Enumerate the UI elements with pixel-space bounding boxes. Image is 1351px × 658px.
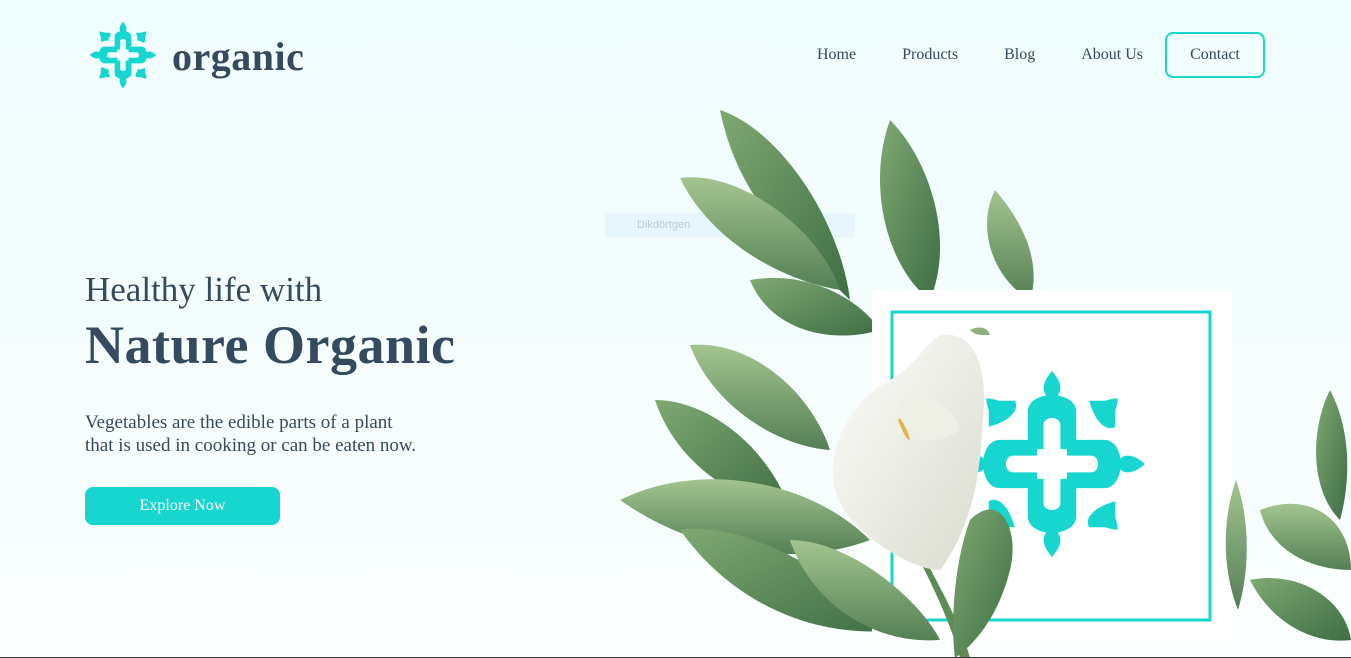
hero-description-line-2: that is used in cooking or can be eaten … bbox=[85, 435, 417, 456]
hero-description: Vegetables are the edible parts of a pla… bbox=[85, 411, 465, 457]
mandala-logo-icon bbox=[89, 21, 157, 89]
nav-about-us[interactable]: About Us bbox=[1081, 46, 1143, 64]
hero-title: Nature Organic bbox=[85, 315, 456, 375]
calla-lily-illustration bbox=[620, 110, 1351, 658]
contact-button[interactable]: Contact bbox=[1165, 32, 1265, 78]
main-nav: Home Products Blog About Us Contact bbox=[817, 32, 1265, 78]
nav-blog[interactable]: Blog bbox=[1004, 46, 1035, 64]
explore-now-button[interactable]: Explore Now bbox=[85, 487, 280, 525]
brand-logo[interactable]: organic bbox=[84, 18, 304, 92]
hero-subtitle: Healthy life with bbox=[85, 270, 323, 309]
brand-name: organic bbox=[172, 33, 305, 79]
hero-description-line-1: Vegetables are the edible parts of a pla… bbox=[85, 412, 393, 433]
landing-page: organic Home Products Blog About Us Cont… bbox=[0, 0, 1351, 658]
nav-products[interactable]: Products bbox=[902, 46, 958, 64]
nav-home[interactable]: Home bbox=[817, 46, 856, 64]
